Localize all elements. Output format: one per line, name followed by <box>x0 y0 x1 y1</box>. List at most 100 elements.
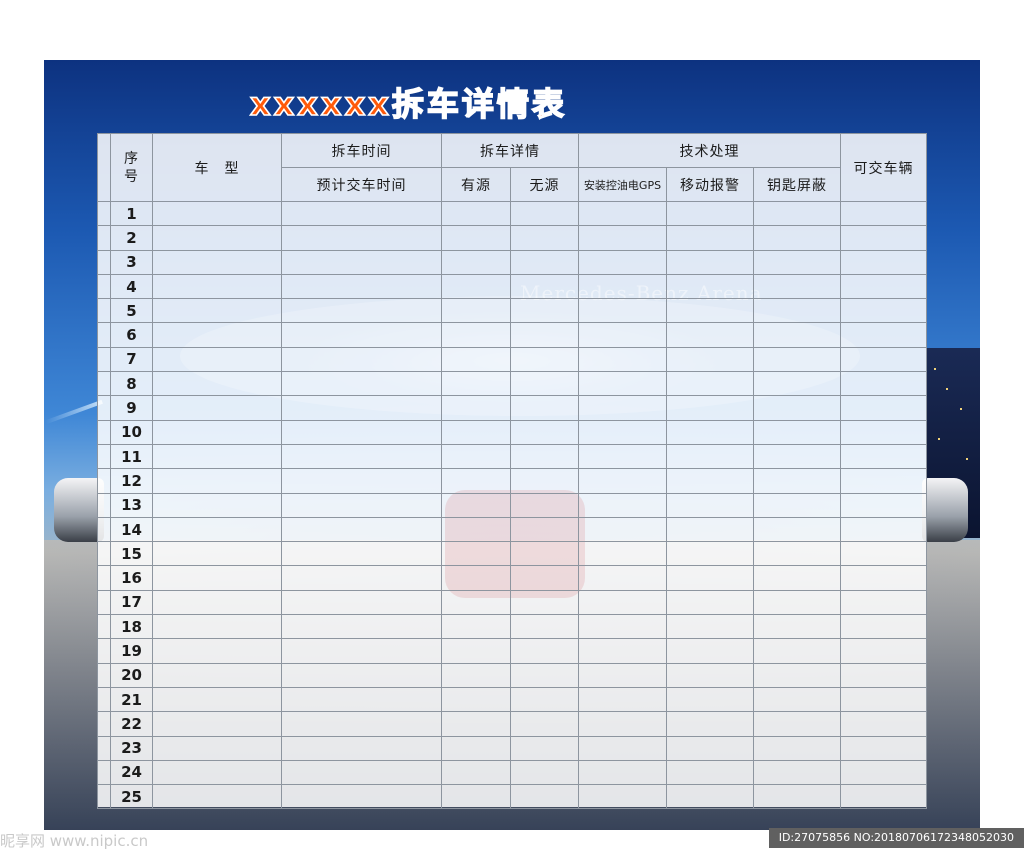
table-cell[interactable] <box>510 686 579 713</box>
table-cell[interactable] <box>840 371 928 397</box>
table-cell[interactable] <box>510 589 579 616</box>
table-cell[interactable] <box>840 492 928 518</box>
table-cell[interactable] <box>840 516 928 543</box>
table-cell[interactable] <box>510 565 579 591</box>
table-cell[interactable] <box>752 443 842 470</box>
table-cell[interactable] <box>752 784 842 810</box>
table-cell[interactable] <box>578 565 667 591</box>
table-cell[interactable] <box>441 225 511 251</box>
table-cell[interactable] <box>441 492 511 518</box>
table-cell[interactable] <box>441 759 511 786</box>
table-cell[interactable] <box>752 565 842 591</box>
table-cell[interactable] <box>510 516 579 543</box>
table-cell[interactable] <box>578 589 667 616</box>
table-cell[interactable] <box>152 735 282 761</box>
table-cell[interactable] <box>752 759 842 786</box>
table-cell[interactable] <box>510 395 579 421</box>
table-cell[interactable] <box>578 225 667 251</box>
table-cell[interactable] <box>578 273 667 300</box>
table-cell[interactable] <box>666 492 754 518</box>
table-cell[interactable] <box>840 638 928 664</box>
table-cell[interactable] <box>281 419 442 445</box>
table-cell[interactable] <box>281 516 442 543</box>
table-cell[interactable] <box>666 322 754 348</box>
table-cell[interactable] <box>578 249 667 275</box>
table-cell[interactable] <box>281 468 442 494</box>
table-cell[interactable] <box>441 443 511 470</box>
table-cell[interactable] <box>441 638 511 664</box>
table-cell[interactable] <box>281 200 442 227</box>
table-cell[interactable] <box>510 225 579 251</box>
table-cell[interactable] <box>441 662 511 688</box>
table-cell[interactable] <box>281 443 442 470</box>
table-cell[interactable] <box>752 419 842 445</box>
table-cell[interactable] <box>281 273 442 300</box>
table-cell[interactable] <box>510 735 579 761</box>
table-cell[interactable] <box>840 662 928 688</box>
table-cell[interactable] <box>578 419 667 445</box>
table-cell[interactable] <box>666 614 754 640</box>
table-cell[interactable] <box>510 468 579 494</box>
table-cell[interactable] <box>840 200 928 227</box>
table-cell[interactable] <box>578 200 667 227</box>
table-cell[interactable] <box>441 419 511 445</box>
table-cell[interactable] <box>441 200 511 227</box>
table-cell[interactable] <box>510 492 579 518</box>
table-cell[interactable] <box>510 346 579 373</box>
table-cell[interactable] <box>281 322 442 348</box>
table-cell[interactable] <box>152 589 282 616</box>
table-cell[interactable] <box>152 298 282 324</box>
table-cell[interactable] <box>441 516 511 543</box>
table-cell[interactable] <box>666 371 754 397</box>
table-cell[interactable] <box>578 395 667 421</box>
table-cell[interactable] <box>666 711 754 737</box>
table-cell[interactable] <box>666 784 754 810</box>
table-cell[interactable] <box>281 589 442 616</box>
table-cell[interactable] <box>281 662 442 688</box>
table-cell[interactable] <box>840 565 928 591</box>
table-cell[interactable] <box>752 492 842 518</box>
table-cell[interactable] <box>152 322 282 348</box>
table-cell[interactable] <box>152 346 282 373</box>
table-cell[interactable] <box>281 298 442 324</box>
table-cell[interactable] <box>666 589 754 616</box>
table-cell[interactable] <box>510 371 579 397</box>
table-cell[interactable] <box>840 686 928 713</box>
table-cell[interactable] <box>152 249 282 275</box>
table-cell[interactable] <box>510 298 579 324</box>
table-cell[interactable] <box>840 225 928 251</box>
table-cell[interactable] <box>752 322 842 348</box>
table-cell[interactable] <box>840 273 928 300</box>
table-cell[interactable] <box>281 565 442 591</box>
table-cell[interactable] <box>578 784 667 810</box>
table-cell[interactable] <box>752 371 842 397</box>
table-cell[interactable] <box>510 662 579 688</box>
table-cell[interactable] <box>840 541 928 567</box>
table-cell[interactable] <box>281 711 442 737</box>
table-cell[interactable] <box>510 711 579 737</box>
table-cell[interactable] <box>152 541 282 567</box>
table-cell[interactable] <box>441 395 511 421</box>
table-cell[interactable] <box>840 419 928 445</box>
table-cell[interactable] <box>441 686 511 713</box>
table-cell[interactable] <box>152 468 282 494</box>
table-cell[interactable] <box>578 711 667 737</box>
table-cell[interactable] <box>666 225 754 251</box>
table-cell[interactable] <box>666 298 754 324</box>
table-cell[interactable] <box>752 614 842 640</box>
table-cell[interactable] <box>578 614 667 640</box>
table-cell[interactable] <box>152 371 282 397</box>
table-cell[interactable] <box>152 614 282 640</box>
table-cell[interactable] <box>578 298 667 324</box>
table-cell[interactable] <box>281 249 442 275</box>
table-cell[interactable] <box>441 273 511 300</box>
table-cell[interactable] <box>578 638 667 664</box>
table-cell[interactable] <box>752 541 842 567</box>
table-cell[interactable] <box>510 249 579 275</box>
table-cell[interactable] <box>840 589 928 616</box>
table-cell[interactable] <box>752 249 842 275</box>
table-cell[interactable] <box>281 686 442 713</box>
table-cell[interactable] <box>152 711 282 737</box>
table-cell[interactable] <box>752 735 842 761</box>
table-cell[interactable] <box>281 784 442 810</box>
